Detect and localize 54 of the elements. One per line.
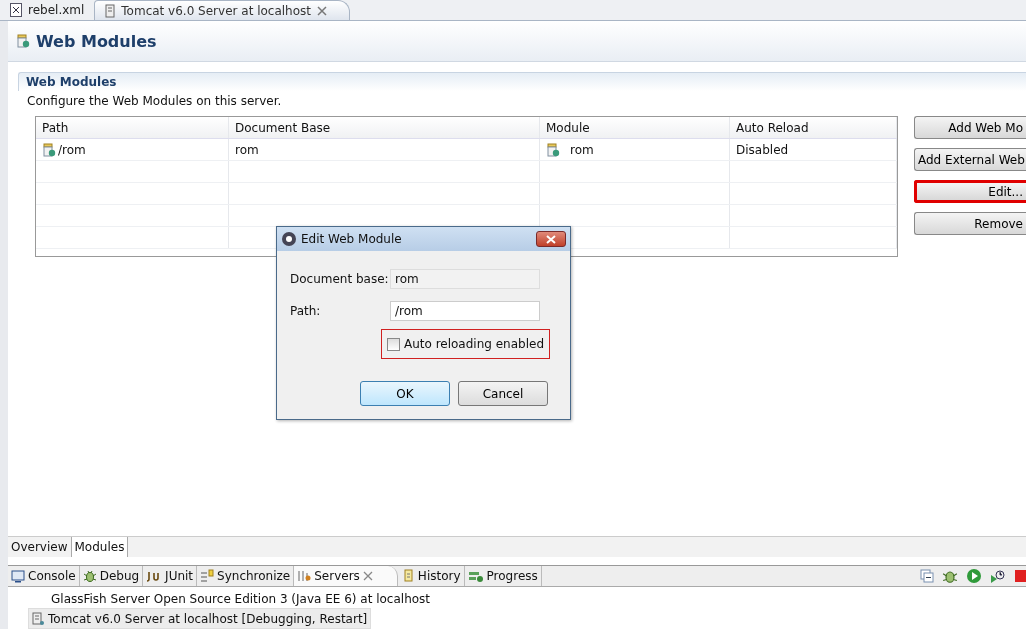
servers-icon [297, 569, 312, 583]
field-label: Path: [290, 303, 322, 318]
xml-file-icon [10, 3, 22, 17]
server-item[interactable]: Tomcat v6.0 Server at localhost [Debugging, Restart] [28, 608, 372, 629]
server-item[interactable]: GlassFish Server Open Source Edition 3 (Java EE 6) at localhost [28, 589, 434, 608]
column-header[interactable]: Path [36, 117, 229, 138]
progress-icon [467, 569, 484, 583]
close-icon [546, 234, 556, 244]
view-tab[interactable]: Servers [294, 566, 398, 586]
view-tab[interactable]: Debug [79, 566, 144, 586]
section-description: Configure the Web Modules on this server. [26, 93, 283, 110]
column-header[interactable]: Document Base [229, 117, 540, 138]
bug-icon [82, 569, 97, 583]
collapse-icon[interactable] [920, 569, 934, 583]
close-icon[interactable] [362, 571, 373, 581]
page-tab[interactable]: Overview [8, 537, 72, 557]
text-field[interactable]: /rom [390, 300, 540, 321]
close-icon[interactable] [317, 5, 328, 16]
side-button[interactable]: Remove [914, 212, 1026, 235]
page-title: Web Modules [36, 31, 157, 51]
side-button[interactable]: Add Web Mo [914, 116, 1026, 139]
jar-icon [546, 142, 560, 157]
jar-icon [42, 142, 56, 157]
table-cell: rom [229, 139, 540, 160]
stop-icon[interactable] [1014, 569, 1026, 583]
sync-icon [200, 569, 215, 583]
table-cell: Disabled [730, 139, 897, 160]
run-icon[interactable] [966, 568, 982, 584]
bug-icon[interactable] [942, 568, 958, 584]
server-icon [32, 611, 44, 626]
table-cell: rom [540, 139, 730, 160]
dialog-button[interactable]: OK [360, 381, 450, 406]
view-tab[interactable]: Console [8, 566, 80, 586]
view-tab[interactable]: JUnit [143, 566, 198, 586]
editor-tab[interactable]: rebel.xml [0, 0, 95, 20]
monitor-icon [11, 569, 25, 583]
page-tab[interactable]: Modules [71, 537, 129, 557]
checkbox[interactable]: Auto reloading enabled [380, 329, 550, 359]
view-tab[interactable]: Progress [464, 566, 542, 586]
table-cell: /rom [36, 139, 229, 160]
dialog-button[interactable]: Cancel [458, 381, 548, 406]
field-label: Document base: [290, 271, 390, 286]
editor-tab[interactable]: Tomcat v6.0 Server at localhost [94, 0, 351, 20]
jar-icon [16, 34, 30, 48]
dialog-title: Edit Web Module [301, 232, 402, 246]
profile-icon[interactable] [990, 568, 1006, 584]
side-button[interactable]: Edit... [914, 180, 1026, 203]
section-title: Web Modules [26, 75, 117, 89]
view-tab[interactable]: History [397, 566, 465, 586]
server-icon [105, 3, 116, 18]
column-header[interactable]: Module [540, 117, 730, 138]
side-button[interactable]: Add External Web [914, 148, 1026, 171]
column-header[interactable]: Auto Reload [730, 117, 897, 138]
close-button[interactable] [536, 231, 566, 247]
